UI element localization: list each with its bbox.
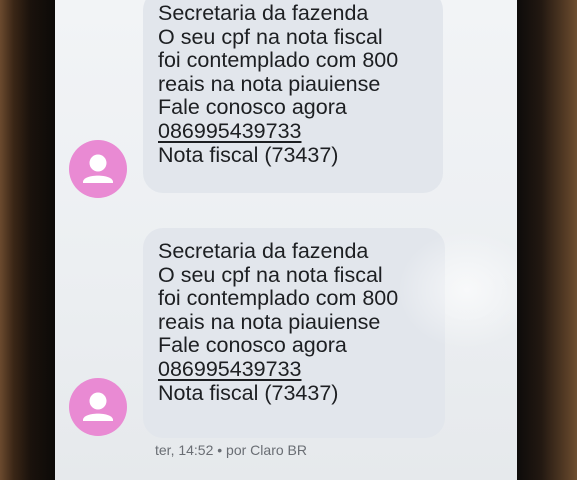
message-line: reais na nota piauiense (158, 71, 381, 96)
message-bubble[interactable]: Secretaria da fazenda O seu cpf na nota … (143, 0, 443, 193)
sms-conversation-screen[interactable]: Secretaria da fazenda O seu cpf na nota … (55, 0, 517, 480)
message-line: Nota fiscal (73437) (158, 142, 339, 167)
message-bubble[interactable]: Secretaria da fazenda O seu cpf na nota … (143, 228, 445, 438)
message-timestamp-carrier: ter, 14:52 • por Claro BR (155, 442, 307, 458)
sender-avatar[interactable] (69, 378, 127, 436)
message-line: Fale conosco agora (158, 95, 347, 120)
message-line: foi contemplado com 800 (158, 48, 399, 73)
message-line: O seu cpf na nota fiscal (158, 262, 383, 287)
message-line: Nota fiscal (73437) (158, 380, 339, 405)
message-line: reais na nota piauiense (158, 309, 381, 334)
sender-avatar[interactable] (69, 140, 127, 198)
phone-bezel-right (517, 0, 577, 480)
phone-number-link[interactable]: 086995439733 (158, 119, 443, 144)
phone-bezel-left (0, 0, 55, 480)
phone-number-link[interactable]: 086995439733 (158, 357, 445, 382)
person-icon (83, 154, 113, 183)
message-line: foi contemplado com 800 (158, 286, 399, 311)
message-line: Secretaria da fazenda (158, 1, 369, 25)
person-icon (83, 392, 113, 421)
message-line: O seu cpf na nota fiscal (158, 24, 383, 49)
message-line: Fale conosco agora (158, 333, 347, 358)
message-line: Secretaria da fazenda (158, 239, 369, 263)
